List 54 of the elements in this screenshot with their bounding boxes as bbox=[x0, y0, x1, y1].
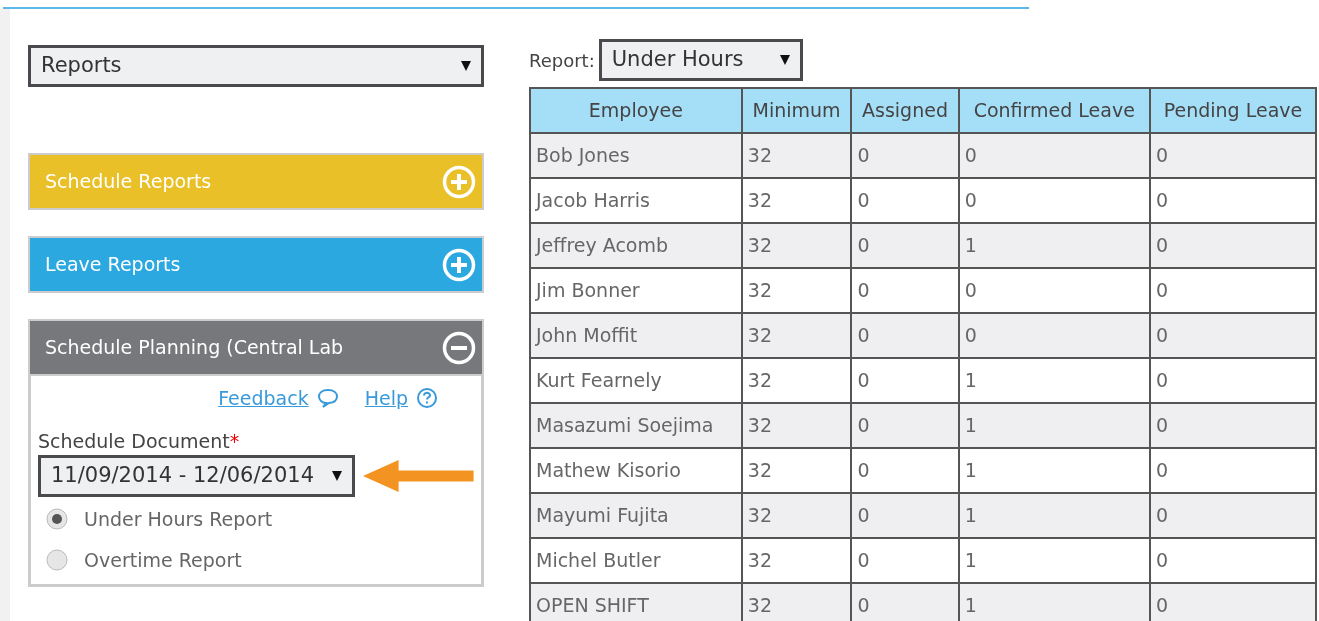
table-cell: 32 bbox=[741, 583, 852, 621]
table-cell: 0 bbox=[958, 133, 1150, 178]
table-cell: 0 bbox=[851, 313, 959, 358]
caret-icon bbox=[779, 55, 790, 65]
table-cell: Mayumi Fujita bbox=[530, 493, 742, 538]
table-cell: 32 bbox=[741, 403, 852, 448]
report-label: Report: bbox=[529, 48, 595, 73]
expand-icon[interactable] bbox=[442, 164, 476, 199]
document-dropdown[interactable]: 11/09/2014 - 12/06/2014 bbox=[38, 455, 356, 497]
table-cell: 1 bbox=[958, 583, 1150, 621]
column-header[interactable]: Minimum bbox=[741, 88, 852, 133]
speech-bubble-icon[interactable] bbox=[316, 387, 339, 410]
table-cell: 0 bbox=[1149, 583, 1316, 621]
table-cell: 32 bbox=[741, 223, 852, 268]
table-cell: OPEN SHIFT bbox=[530, 583, 742, 621]
table-cell: Jeffrey Acomb bbox=[530, 223, 742, 268]
column-header[interactable]: Assigned bbox=[851, 88, 959, 133]
table-cell: 0 bbox=[1149, 493, 1316, 538]
radio-button[interactable] bbox=[46, 508, 68, 531]
caret-icon bbox=[332, 471, 343, 481]
table-cell: 0 bbox=[851, 223, 959, 268]
table-cell: 0 bbox=[1149, 313, 1316, 358]
required-mark: * bbox=[229, 429, 240, 452]
table-cell: 0 bbox=[1149, 133, 1316, 178]
table-cell: 0 bbox=[851, 403, 959, 448]
table-cell: 0 bbox=[1149, 403, 1316, 448]
table-cell: Bob Jones bbox=[530, 133, 742, 178]
column-header[interactable]: Pending Leave bbox=[1149, 88, 1316, 133]
radio-label: Overtime Report bbox=[84, 547, 242, 573]
table-cell: 32 bbox=[741, 493, 852, 538]
table-cell: Masazumi Soejima bbox=[530, 403, 742, 448]
panel-header[interactable]: Schedule Planning (Central Lab bbox=[28, 319, 484, 376]
table-cell: John Moffit bbox=[530, 313, 742, 358]
report-dropdown[interactable]: Under Hours bbox=[598, 39, 803, 81]
table-cell: 1 bbox=[958, 493, 1150, 538]
table-cell: 0 bbox=[1149, 223, 1316, 268]
column-header[interactable]: Confirmed Leave bbox=[958, 88, 1150, 133]
collapse-icon[interactable] bbox=[442, 330, 476, 365]
table-cell: 1 bbox=[958, 223, 1150, 268]
expand-icon[interactable] bbox=[442, 247, 476, 282]
table-cell: 0 bbox=[851, 133, 959, 178]
table-cell: 32 bbox=[741, 133, 852, 178]
help-icon[interactable] bbox=[416, 387, 438, 410]
caret-icon bbox=[461, 61, 471, 71]
table-cell: 0 bbox=[958, 313, 1150, 358]
menu-dropdown[interactable]: Reports bbox=[28, 45, 484, 87]
column-header[interactable]: Employee bbox=[530, 88, 742, 133]
field-label: Schedule Document* bbox=[38, 428, 241, 454]
table-cell: 0 bbox=[851, 583, 959, 621]
table-cell: 0 bbox=[851, 493, 959, 538]
radio-label: Under Hours Report bbox=[84, 507, 273, 532]
table-cell: 1 bbox=[958, 403, 1150, 448]
table-cell: 32 bbox=[741, 313, 852, 358]
radio-button[interactable] bbox=[46, 548, 68, 571]
